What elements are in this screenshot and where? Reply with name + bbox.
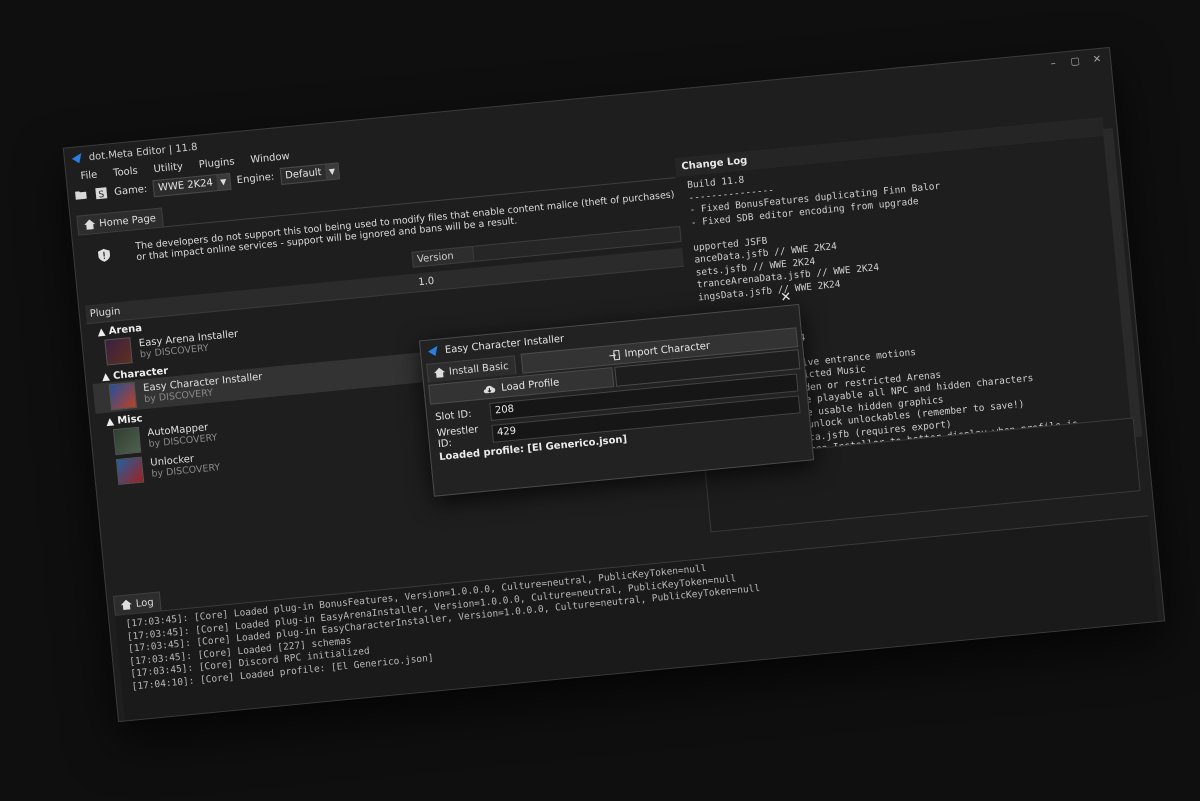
slot-id-label: Slot ID:	[434, 408, 473, 423]
home-icon	[84, 219, 96, 230]
version-column-label: Version	[411, 245, 475, 268]
tab-install-basic-label: Install Basic	[448, 360, 510, 378]
chevron-down-icon: ▼	[216, 173, 231, 190]
wrestler-id-label: Wrestler ID:	[436, 424, 479, 451]
maximize-button[interactable]: ▢	[1066, 53, 1085, 69]
plugin-thumbnail	[112, 426, 142, 456]
import-icon	[608, 349, 620, 360]
game-select-value: WWE 2K24	[157, 177, 214, 194]
close-window-button[interactable]: ✕	[1087, 51, 1106, 67]
app-logo-icon	[427, 345, 438, 356]
plugin-thumbnail	[108, 381, 138, 411]
svg-text:S: S	[98, 190, 105, 200]
cloud-download-icon	[484, 385, 496, 394]
plugin-thumbnail	[115, 456, 145, 485]
close-icon[interactable]: ✕	[780, 290, 792, 306]
game-label: Game:	[113, 183, 148, 198]
plugin-version: 1.0	[417, 275, 435, 288]
main-window: dot.Meta Editor | 11.8 – ▢ ✕ File Tools …	[62, 46, 1166, 723]
open-folder-icon[interactable]	[74, 188, 89, 203]
home-icon	[434, 367, 446, 378]
chevron-down-icon: ▼	[324, 162, 340, 180]
engine-select-value: Default	[284, 166, 323, 182]
app-logo-icon	[71, 152, 82, 164]
tab-log-label: Log	[135, 596, 155, 610]
engine-select[interactable]: Default ▼	[279, 161, 341, 185]
tab-home-page-label: Home Page	[98, 212, 157, 230]
engine-label: Engine:	[236, 171, 275, 186]
save-icon[interactable]: S	[94, 186, 109, 201]
minimize-button[interactable]: –	[1044, 56, 1063, 72]
home-icon	[120, 599, 132, 611]
shield-icon	[97, 248, 110, 262]
plugin-thumbnail	[104, 337, 133, 366]
